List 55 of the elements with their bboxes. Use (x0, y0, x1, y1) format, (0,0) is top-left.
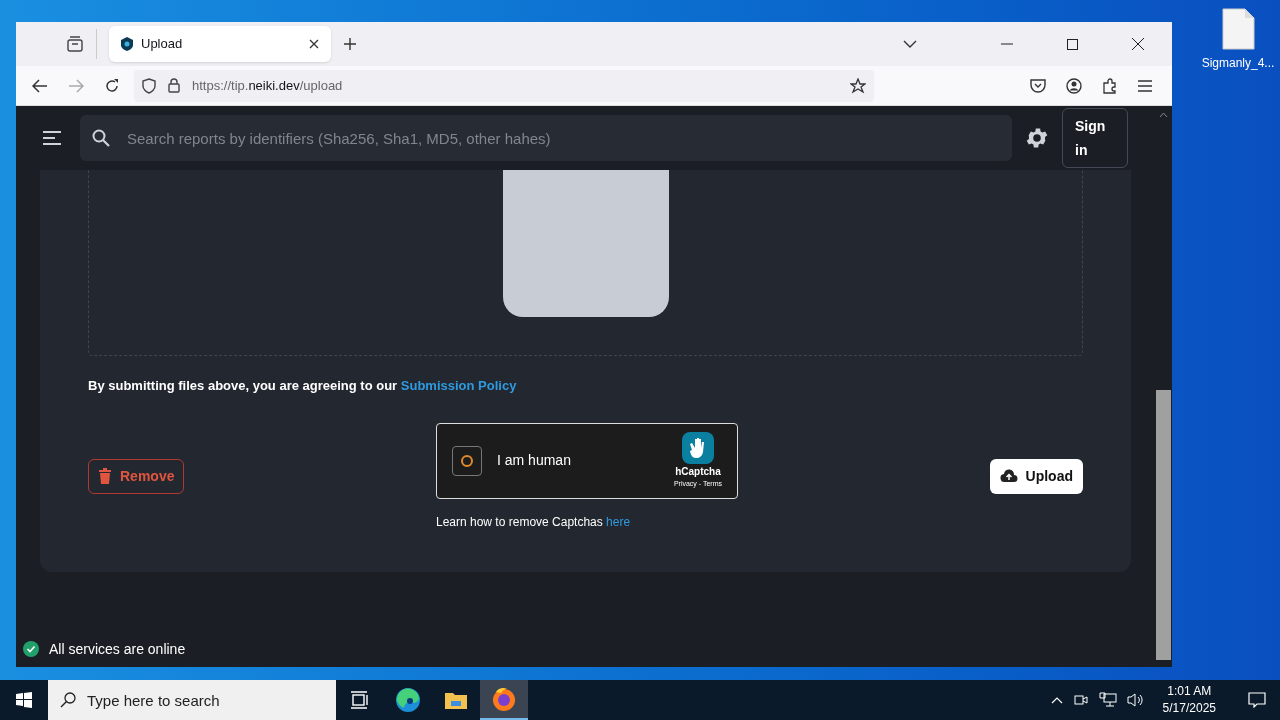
swirl-logo-icon (395, 687, 421, 713)
close-icon[interactable] (309, 39, 319, 49)
captcha-brand: hCaptcha (675, 464, 721, 479)
policy-link[interactable]: Submission Policy (400, 378, 517, 393)
shield-logo-icon (121, 37, 133, 51)
menu-icon[interactable] (1138, 79, 1152, 92)
policy-text: By submitting files above, you are agreeing to our Submission Policy (88, 377, 518, 395)
drop-zone[interactable] (88, 170, 1083, 356)
file-label: Sigmanly_4... (1201, 55, 1275, 72)
task-view-icon (350, 691, 370, 709)
account-icon[interactable] (1066, 77, 1082, 94)
search-icon (92, 129, 110, 147)
chevron-up-icon[interactable] (1050, 696, 1063, 704)
browser-tab[interactable]: Upload (109, 26, 331, 62)
windows-logo-icon (16, 692, 32, 708)
hand-icon (681, 431, 714, 464)
camera-icon[interactable] (1072, 692, 1089, 708)
back-arrow-icon[interactable] (32, 78, 48, 93)
network-icon[interactable] (1098, 692, 1117, 708)
tab-title: Upload (141, 35, 184, 54)
taskbar-search-field[interactable]: Type here to search (48, 680, 336, 720)
captcha-checkbox[interactable] (452, 445, 482, 476)
clock-time[interactable]: 1:01 AM (1167, 683, 1212, 700)
fox-globe-icon (491, 686, 517, 712)
help-link[interactable]: here (606, 514, 631, 529)
taskbar-app[interactable] (480, 680, 528, 720)
notification-icon[interactable] (1248, 692, 1266, 708)
star-icon[interactable] (850, 77, 866, 94)
plus-icon[interactable] (343, 37, 357, 51)
captcha-label: I am human (497, 451, 572, 470)
chevron-down-icon[interactable] (903, 40, 917, 48)
pocket-icon[interactable] (1030, 78, 1046, 93)
shield-icon (142, 77, 156, 94)
search-icon (60, 692, 76, 708)
lock-icon (168, 78, 180, 93)
close-icon[interactable] (1132, 38, 1144, 50)
clock-date[interactable]: 5/17/2025 (1162, 700, 1216, 717)
speaker-icon[interactable] (1126, 692, 1145, 708)
maximize-icon[interactable] (1067, 38, 1078, 50)
trash-icon (98, 468, 112, 484)
upload-button[interactable]: Upload (989, 458, 1083, 494)
reload-icon[interactable] (104, 77, 120, 94)
file-icon[interactable] (1221, 8, 1255, 50)
remove-button[interactable]: Remove (88, 458, 185, 494)
folder-icon (444, 690, 468, 710)
captcha-help-text: Learn how to remove Captchas here (436, 513, 632, 531)
puzzle-icon[interactable] (1102, 77, 1118, 94)
tab-list-icon[interactable] (66, 36, 84, 52)
file-icon (502, 170, 669, 317)
sign-in-button[interactable]: Sign in (1062, 108, 1128, 168)
url-text: https://tip.neiki.dev/upload (192, 76, 344, 95)
address-bar[interactable]: https://tip.neiki.dev/upload (134, 69, 874, 102)
cloud-upload-icon (999, 469, 1018, 483)
search-field[interactable]: Search reports by identifiers (Sha256, Sha1, MD5, other hahes) (80, 115, 1012, 161)
status-text: All services are online (49, 639, 186, 659)
